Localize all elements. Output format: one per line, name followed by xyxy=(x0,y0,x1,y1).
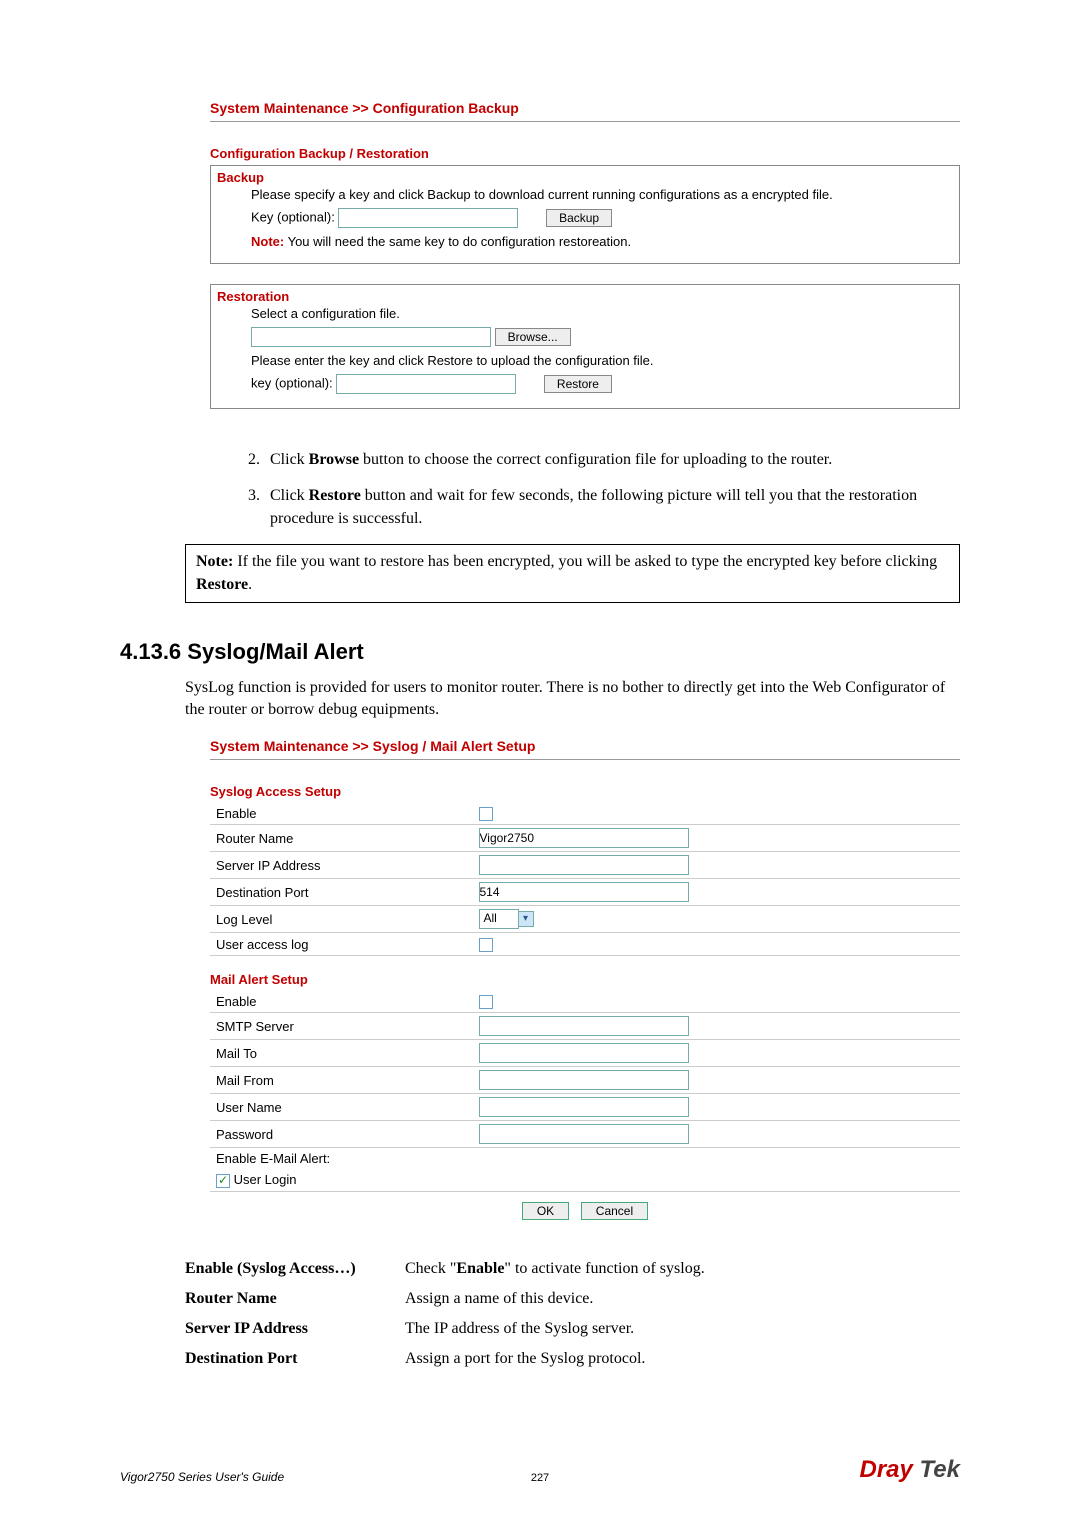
syslog-intro: SysLog function is provided for users to… xyxy=(185,677,960,722)
row-label: Router Name xyxy=(210,825,473,852)
chevron-down-icon[interactable]: ▾ xyxy=(518,911,534,927)
cancel-button[interactable]: Cancel xyxy=(581,1202,648,1220)
row-label: Enable E-Mail Alert: xyxy=(210,1148,473,1170)
divider xyxy=(210,121,960,122)
def-term: Router Name xyxy=(185,1290,405,1308)
page-content: System Maintenance >> Configuration Back… xyxy=(120,100,960,1368)
definitions: Enable (Syslog Access…) Check "Enable" t… xyxy=(185,1260,960,1368)
mail-alert-table: Enable SMTP Server Mail To Mail From Use… xyxy=(210,991,960,1192)
step-3: Click Restore button and wait for few se… xyxy=(264,485,960,530)
ok-button[interactable]: OK xyxy=(522,1202,569,1220)
log-level-select[interactable]: All xyxy=(479,909,519,929)
footer-guide: Vigor2750 Series User's Guide xyxy=(120,1470,284,1484)
row-label: SMTP Server xyxy=(210,1013,473,1040)
def-desc: Assign a port for the Syslog protocol. xyxy=(405,1350,960,1368)
backup-key-input[interactable] xyxy=(338,208,518,228)
restore-key-label: key (optional): xyxy=(251,375,333,390)
config-backup-screenshot: System Maintenance >> Configuration Back… xyxy=(210,100,960,409)
row-label: Log Level xyxy=(210,906,473,933)
row-label: Destination Port xyxy=(210,879,473,906)
def-term: Destination Port xyxy=(185,1350,405,1368)
row-label: Password xyxy=(210,1121,473,1148)
mailfrom-input[interactable] xyxy=(479,1070,689,1090)
mail-alert-title: Mail Alert Setup xyxy=(210,972,960,987)
backup-panel: Backup Please specify a key and click Ba… xyxy=(210,165,960,264)
restoration-panel: Restoration Select a configuration file.… xyxy=(210,284,960,409)
backup-note-text: You will need the same key to do configu… xyxy=(284,234,631,249)
page-footer: Vigor2750 Series User's Guide 227 Dray T… xyxy=(120,1456,960,1484)
def-term: Enable (Syslog Access…) xyxy=(185,1260,405,1278)
note-box: Note: If the file you want to restore ha… xyxy=(185,544,960,603)
syslog-screenshot: System Maintenance >> Syslog / Mail Aler… xyxy=(210,738,960,1220)
row-label: User Name xyxy=(210,1094,473,1121)
backup-instruction: Please specify a key and click Backup to… xyxy=(251,187,919,202)
backup-note-prefix: Note: xyxy=(251,234,284,249)
breadcrumb: System Maintenance >> Syslog / Mail Aler… xyxy=(210,738,960,758)
syslog-heading: 4.13.6 Syslog/Mail Alert xyxy=(120,639,960,665)
backup-heading: Backup xyxy=(211,166,959,185)
user-login-checkbox[interactable] xyxy=(216,1174,230,1188)
server-ip-input[interactable] xyxy=(479,855,689,875)
row-label: Enable xyxy=(210,991,473,1013)
dest-port-input[interactable] xyxy=(479,882,689,902)
user-access-checkbox[interactable] xyxy=(479,938,493,952)
def-desc: Assign a name of this device. xyxy=(405,1290,960,1308)
config-section-title: Configuration Backup / Restoration xyxy=(210,146,960,161)
row-label: Mail To xyxy=(210,1040,473,1067)
restore-button[interactable]: Restore xyxy=(544,375,612,393)
restore-select-label: Select a configuration file. xyxy=(251,306,919,321)
username-input[interactable] xyxy=(479,1097,689,1117)
mailto-input[interactable] xyxy=(479,1043,689,1063)
user-login-label: User Login xyxy=(234,1172,297,1187)
restore-key-input[interactable] xyxy=(336,374,516,394)
steps-list: Click Browse button to choose the correc… xyxy=(240,449,960,530)
backup-button[interactable]: Backup xyxy=(546,209,612,227)
password-input[interactable] xyxy=(479,1124,689,1144)
def-desc: The IP address of the Syslog server. xyxy=(405,1320,960,1338)
restoration-heading: Restoration xyxy=(211,285,959,304)
row-label: Server IP Address xyxy=(210,852,473,879)
syslog-table: Enable Router Name Server IP Address Des… xyxy=(210,803,960,956)
divider xyxy=(210,759,960,760)
row-label: Enable xyxy=(210,803,473,825)
restore-instruction: Please enter the key and click Restore t… xyxy=(251,353,919,368)
smtp-input[interactable] xyxy=(479,1016,689,1036)
row-label: Mail From xyxy=(210,1067,473,1094)
step-2: Click Browse button to choose the correc… xyxy=(264,449,960,471)
backup-key-label: Key (optional): xyxy=(251,209,335,224)
breadcrumb: System Maintenance >> Configuration Back… xyxy=(210,100,960,120)
def-desc: Check "Enable" to activate function of s… xyxy=(405,1260,960,1278)
syslog-access-title: Syslog Access Setup xyxy=(210,784,960,799)
router-name-input[interactable] xyxy=(479,828,689,848)
row-label: User access log xyxy=(210,933,473,956)
restore-file-input[interactable] xyxy=(251,327,491,347)
browse-button[interactable]: Browse... xyxy=(495,328,571,346)
def-term: Server IP Address xyxy=(185,1320,405,1338)
footer-page: 227 xyxy=(531,1472,549,1484)
mail-enable-checkbox[interactable] xyxy=(479,995,493,1009)
syslog-enable-checkbox[interactable] xyxy=(479,807,493,821)
draytek-logo: Dray Tek xyxy=(859,1456,960,1484)
